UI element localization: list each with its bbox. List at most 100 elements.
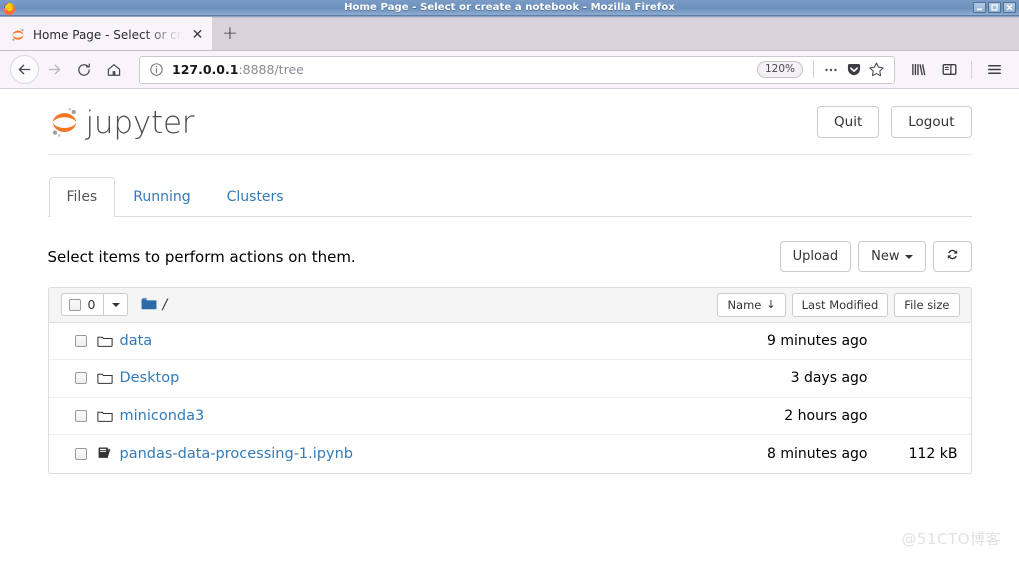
tab-files[interactable]: Files: [48, 177, 116, 217]
jupyter-logo-text: jupyter: [85, 104, 195, 141]
tab-clusters[interactable]: Clusters: [209, 177, 302, 217]
browser-tab-title: Home Page - Select or cre: [33, 27, 187, 42]
table-row[interactable]: data 9 minutes ago: [48, 323, 971, 361]
new-tab-button[interactable]: +: [212, 17, 248, 50]
home-icon[interactable]: [99, 55, 129, 85]
url-path: :8888/tree: [238, 62, 304, 77]
file-name-link[interactable]: data: [120, 333, 698, 349]
select-dropdown-button[interactable]: [104, 293, 129, 317]
column-header-file-size[interactable]: File size: [894, 292, 960, 317]
watermark: @51CTO博客: [901, 530, 1001, 548]
browser-tabstrip: Home Page - Select or cre ✕ +: [0, 16, 1019, 51]
select-all-group[interactable]: 0: [60, 293, 129, 317]
url-text[interactable]: 127.0.0.1:8888/tree: [172, 62, 757, 77]
refresh-button[interactable]: [932, 241, 972, 273]
jupyter-header-buttons: Quit Logout: [817, 105, 972, 139]
caret-down-icon: [111, 302, 120, 307]
url-bar[interactable]: 127.0.0.1:8888/tree 120%: [139, 55, 895, 84]
hamburger-menu-icon[interactable]: [979, 55, 1009, 85]
table-row[interactable]: pandas-data-processing-1.ipynb 8 minutes…: [49, 435, 971, 473]
checkbox-icon[interactable]: [74, 447, 87, 460]
window-titlebar: Home Page - Select or create a notebook …: [0, 0, 1019, 16]
reload-icon[interactable]: [69, 55, 99, 85]
notebook-icon: [97, 446, 120, 461]
breadcrumb[interactable]: /: [141, 295, 167, 314]
browser-tab[interactable]: Home Page - Select or cre ✕: [0, 17, 212, 50]
star-icon[interactable]: [865, 58, 888, 81]
window-title: Home Page - Select or create a notebook …: [344, 2, 675, 13]
window-controls: [973, 2, 1019, 13]
refresh-icon: [946, 248, 959, 265]
sort-descending-icon: ↓: [766, 298, 776, 312]
jupyter-logo[interactable]: jupyter: [48, 106, 195, 139]
column-header-name-label: Name: [727, 297, 762, 312]
file-name-link[interactable]: Desktop: [120, 370, 698, 386]
row-checkbox-cell[interactable]: [61, 447, 97, 460]
column-header-last-modified[interactable]: Last Modified: [791, 292, 889, 317]
jupyter-tabs: Files Running Clusters: [47, 177, 972, 217]
folder-filled-icon: [141, 295, 157, 314]
file-name-link[interactable]: miniconda3: [120, 408, 698, 424]
new-button[interactable]: New: [858, 241, 926, 273]
forward-arrow-icon: [39, 55, 69, 85]
urlbar-divider: [813, 61, 814, 78]
zoom-level-badge[interactable]: 120%: [756, 61, 803, 78]
checkbox-icon[interactable]: [74, 409, 87, 422]
jupyter-logo-icon: [48, 106, 81, 139]
page-content: jupyter Quit Logout Files Running Cluste…: [0, 89, 1019, 563]
action-hint-text: Select items to perform actions on them.: [47, 247, 356, 266]
upload-button[interactable]: Upload: [779, 241, 852, 273]
jupyter-header: jupyter Quit Logout: [48, 89, 972, 145]
file-last-modified: 2 hours ago: [784, 407, 868, 424]
breadcrumb-path: /: [162, 296, 168, 313]
browser-toolbar-actions: [903, 55, 1009, 85]
pocket-icon[interactable]: [842, 58, 865, 81]
url-host: 127.0.0.1: [172, 62, 239, 77]
file-list-panel: 0 / Name ↓ Last Modified File size data …: [47, 286, 972, 474]
back-arrow-icon[interactable]: [10, 55, 39, 84]
logout-button[interactable]: Logout: [891, 105, 972, 139]
tab-close-icon[interactable]: ✕: [189, 26, 206, 43]
jupyter-container: jupyter Quit Logout Files Running Cluste…: [47, 89, 972, 474]
new-button-label: New: [871, 249, 900, 265]
file-size: 112 kB: [908, 445, 958, 462]
row-checkbox-cell[interactable]: [61, 334, 97, 347]
column-header-buttons: Name ↓ Last Modified File size: [717, 292, 960, 317]
file-last-modified: 9 minutes ago: [766, 332, 868, 349]
select-all-box[interactable]: 0: [60, 293, 105, 317]
table-row[interactable]: Desktop 3 days ago: [48, 360, 971, 398]
maximize-button[interactable]: [988, 2, 1001, 13]
folder-icon: [96, 334, 120, 348]
folder-icon: [96, 371, 120, 385]
sidebar-icon[interactable]: [934, 55, 964, 85]
table-row[interactable]: miniconda3 2 hours ago: [48, 398, 971, 436]
caret-down-icon: [904, 254, 913, 259]
minimize-button[interactable]: [973, 2, 986, 13]
selected-count: 0: [87, 297, 96, 313]
row-checkbox-cell[interactable]: [61, 372, 97, 385]
tab-running[interactable]: Running: [115, 177, 208, 217]
library-icon[interactable]: [903, 55, 933, 85]
checkbox-icon[interactable]: [74, 334, 87, 347]
checkbox-icon[interactable]: [68, 298, 81, 311]
checkbox-icon[interactable]: [74, 372, 87, 385]
upload-button-label: Upload: [792, 249, 839, 265]
ellipsis-icon[interactable]: [819, 58, 842, 81]
quit-button[interactable]: Quit: [817, 105, 880, 139]
firefox-logo-icon: [2, 1, 16, 15]
browser-navbar: 127.0.0.1:8888/tree 120%: [0, 51, 1019, 89]
file-last-modified: 8 minutes ago: [766, 445, 868, 462]
file-name-link[interactable]: pandas-data-processing-1.ipynb: [120, 446, 698, 462]
jupyter-favicon-icon: [10, 27, 26, 43]
page-info-icon[interactable]: [149, 62, 164, 77]
close-button[interactable]: [1003, 2, 1016, 13]
file-last-modified: 3 days ago: [790, 370, 868, 387]
folder-icon: [96, 409, 120, 423]
row-checkbox-cell[interactable]: [61, 409, 97, 422]
action-row: Select items to perform actions on them.…: [48, 240, 972, 274]
column-header-name[interactable]: Name ↓: [717, 292, 786, 317]
file-list-header: 0 / Name ↓ Last Modified File size: [48, 287, 971, 323]
toolbar-divider: [971, 60, 972, 79]
action-buttons: Upload New: [779, 241, 972, 273]
header-divider: [47, 154, 972, 155]
